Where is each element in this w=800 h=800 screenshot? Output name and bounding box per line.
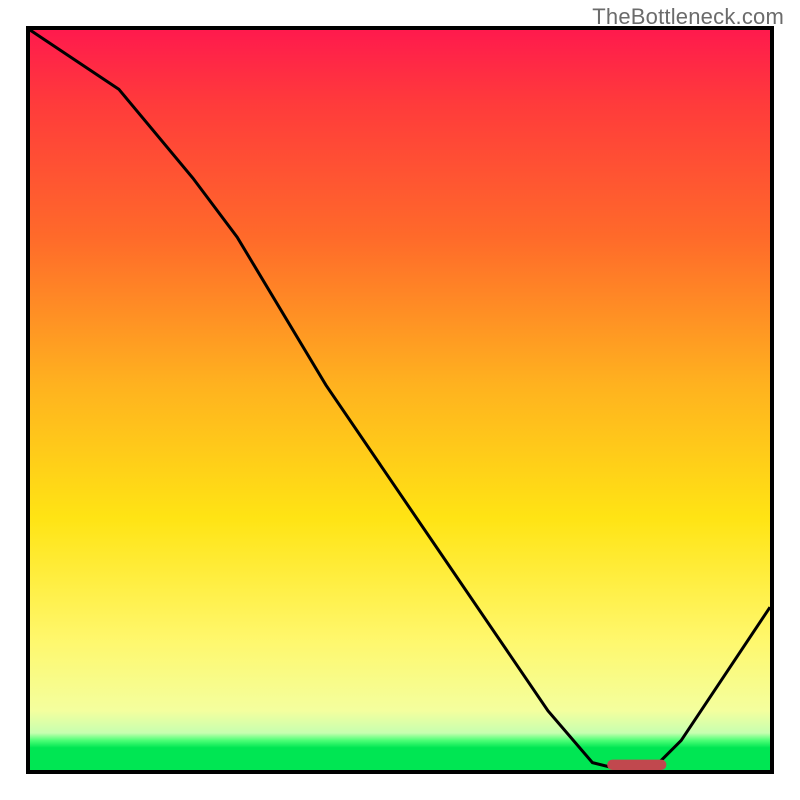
optimal-range-marker xyxy=(607,760,666,770)
plot-area xyxy=(30,30,770,770)
bottleneck-curve xyxy=(30,30,770,770)
watermark-text: TheBottleneck.com xyxy=(592,4,784,30)
chart-container: TheBottleneck.com xyxy=(0,0,800,800)
curve-layer xyxy=(30,30,770,770)
